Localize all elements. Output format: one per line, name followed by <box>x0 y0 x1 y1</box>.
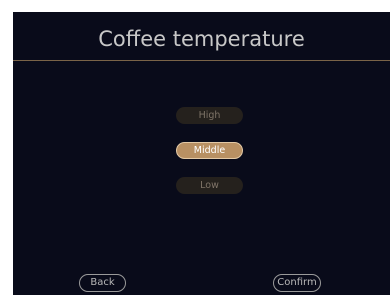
option-low-button[interactable]: Low <box>176 177 243 194</box>
title-divider <box>13 60 390 61</box>
option-high-button[interactable]: High <box>176 107 243 124</box>
confirm-button[interactable]: Confirm <box>273 274 321 292</box>
back-button[interactable]: Back <box>79 274 126 292</box>
option-middle-button[interactable]: Middle <box>176 142 243 159</box>
page-title: Coffee temperature <box>98 27 305 51</box>
coffee-temperature-screen: Coffee temperature High Middle Low Back … <box>13 12 390 295</box>
